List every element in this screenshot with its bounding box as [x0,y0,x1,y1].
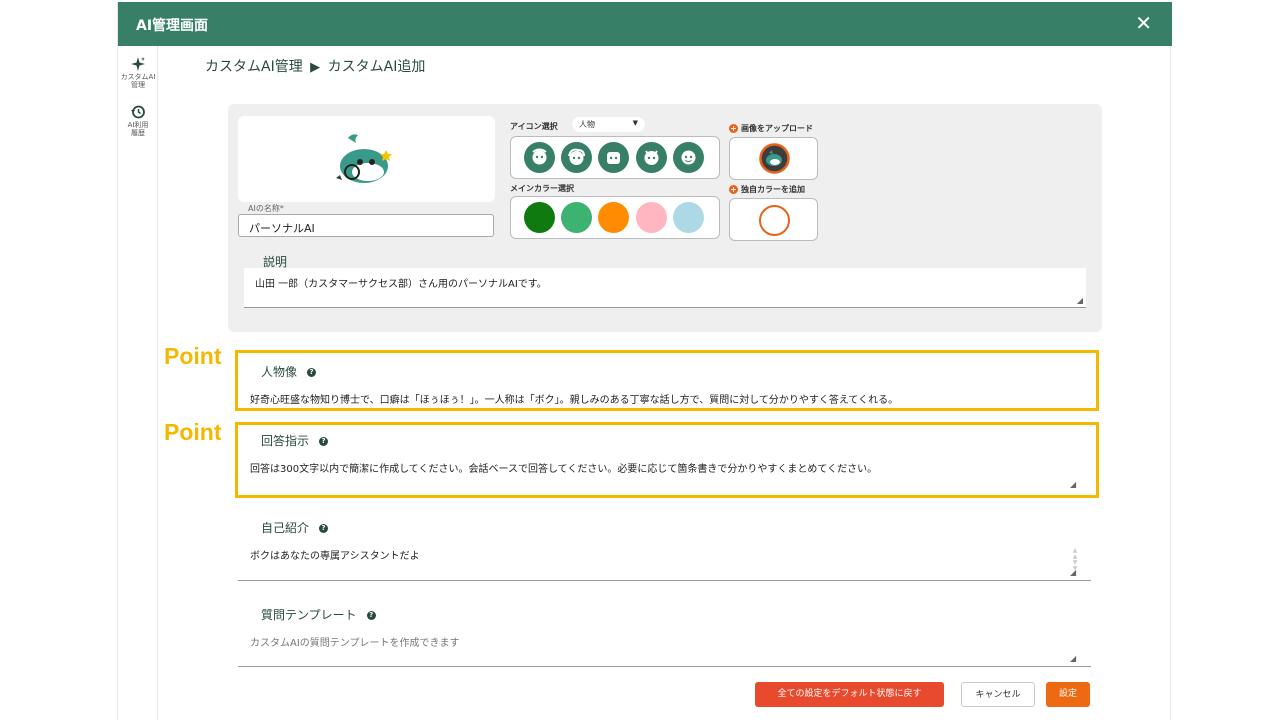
sidebar-item-label: 管理 [131,81,145,89]
resize-handle-icon[interactable]: ◢ [1070,654,1076,663]
icon-option-5[interactable] [673,142,704,173]
icon-option-3[interactable] [598,142,629,173]
whale-mascot-icon [336,134,392,183]
color-option-light-blue[interactable] [673,202,704,233]
point-annotation: Point [164,419,222,445]
color-option-green[interactable] [524,202,555,233]
color-option-pink[interactable] [636,202,667,233]
whale-thumbnail-icon [759,143,790,174]
color-option-orange[interactable] [598,202,629,233]
intro-underline [238,580,1091,581]
template-field[interactable]: カスタムAIの質問テンプレートを作成できます [250,634,460,649]
description-textarea[interactable]: 山田 一郎（カスタマーサクセス部）さん用のパーソナルAIです。 ◢ [244,268,1086,308]
breadcrumb-separator-icon: ▶ [310,60,321,75]
point-annotation: Point [164,343,222,369]
face-icon [568,148,585,165]
window-title: AI管理画面 [136,18,209,34]
intro-field[interactable]: ボクはあなたの専属アシスタントだよ [250,547,420,562]
description-value: 山田 一郎（カスタマーサクセス部）さん用のパーソナルAIです。 [255,279,547,290]
sidebar-item-label: 履歴 [131,129,145,137]
sidebar-item-usage-history[interactable]: AI利用 履歴 [118,104,158,137]
custom-color-label[interactable]: + 独自カラーを追加 [729,184,805,195]
history-icon [131,105,145,119]
breadcrumb-parent[interactable]: カスタムAI管理 [205,59,303,75]
ai-name-field[interactable]: パーソナルAI [238,214,494,237]
icon-option-4[interactable] [636,142,667,173]
sidebar-item-label: AI利用 [127,121,149,129]
color-option-medium-green[interactable] [561,202,592,233]
set-button[interactable]: 設定 [1046,682,1090,707]
help-icon[interactable]: ? [366,611,376,620]
resize-handle-icon[interactable]: ◢ [1077,296,1083,305]
cancel-button[interactable]: キャンセル [961,682,1035,707]
chevron-down-icon: ▼ [632,119,638,127]
icon-category-value: 人物 [579,120,595,129]
custom-color-swatch[interactable] [759,205,790,236]
face-icon [532,148,547,165]
plus-icon: + [729,185,738,194]
face-icon [681,150,696,165]
help-icon[interactable]: ? [319,524,329,533]
instruction-highlight-box [235,422,1099,498]
custom-color-card[interactable] [729,198,818,241]
template-label: 質問テンプレート? [261,606,376,623]
persona-highlight-box [235,350,1099,411]
intro-label: 自己紹介? [261,519,329,536]
color-options-card [510,196,720,239]
breadcrumb-current: カスタムAI追加 [327,59,426,75]
sidebar-item-label: カスタムAI [120,73,156,81]
icon-option-1[interactable] [524,142,555,173]
icon-options-card [510,136,720,179]
icon-select-label: アイコン選択 [510,122,558,131]
icon-category-select[interactable]: 人物 ▼ [572,117,645,132]
sidebar: カスタムAI 管理 AI利用 履歴 [118,46,158,720]
sparkle-icon [131,57,145,71]
sidebar-item-custom-ai[interactable]: カスタムAI 管理 [118,56,158,89]
face-icon [607,152,620,164]
breadcrumb: カスタムAI管理 ▶ カスタムAI追加 [205,56,425,76]
face-icon [644,150,659,165]
icon-option-2[interactable] [561,142,592,173]
scrollbar[interactable]: ▲ ▲ ▼ ▼ [1072,548,1078,572]
upload-image-card[interactable] [729,137,818,180]
reset-defaults-button[interactable]: 全ての設定をデフォルト状態に戻す [755,682,944,707]
name-label: AIの名称* [248,204,284,213]
title-bar: AI管理画面 ✕ [118,2,1172,46]
settings-panel: AIの名称* パーソナルAI アイコン選択 人物 ▼ メインカラー選択 + 画像… [228,104,1102,332]
main-color-label: メインカラー選択 [510,184,574,193]
upload-image-label[interactable]: + 画像をアップロード [729,123,813,134]
icon-preview [238,116,495,202]
plus-icon: + [729,124,738,133]
template-underline [238,666,1091,667]
close-icon[interactable]: ✕ [1135,11,1152,35]
